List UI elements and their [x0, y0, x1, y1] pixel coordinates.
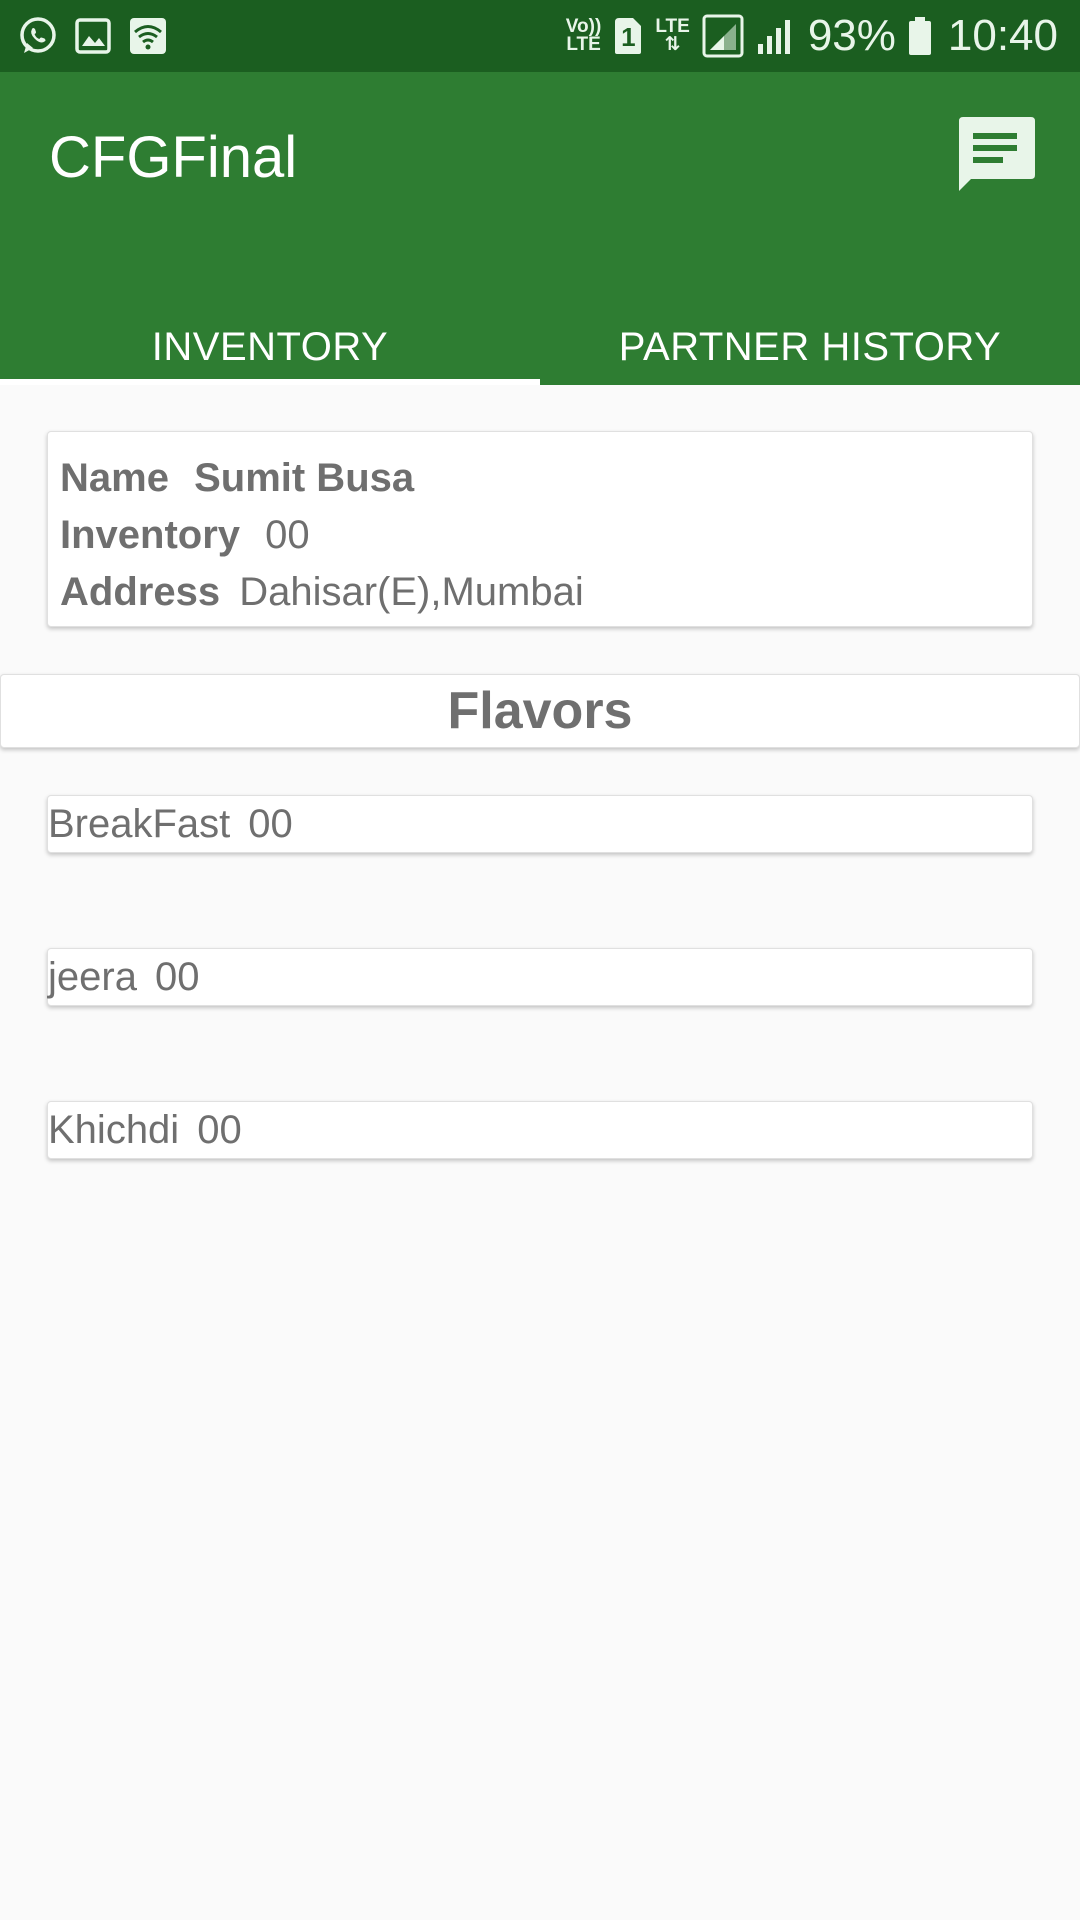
chat-icon: [955, 113, 1037, 200]
partner-info-card: Name Sumit Busa Inventory 00 Address Dah…: [47, 431, 1033, 627]
name-row: Name Sumit Busa: [60, 450, 1020, 507]
clock: 10:40: [947, 11, 1058, 60]
flavor-name: BreakFast: [48, 801, 231, 846]
lte-indicator: LTE ⇅: [655, 17, 689, 55]
inventory-label: Inventory: [60, 513, 241, 557]
status-left: [18, 16, 184, 56]
flavors-header: Flavors: [0, 674, 1080, 748]
flavor-name: jeera: [48, 954, 137, 999]
app-title: CFGFinal: [49, 125, 298, 190]
whatsapp-icon: [18, 16, 58, 56]
tab-inventory-label: INVENTORY: [151, 325, 389, 369]
volte-bottom-label: LTE: [566, 34, 601, 55]
wifi-icon: [128, 16, 168, 56]
flavor-count: 00: [248, 801, 293, 846]
flavor-count: 00: [197, 1107, 242, 1152]
lte-arrows: ⇅: [664, 34, 681, 55]
name-value: Sumit Busa: [194, 456, 415, 500]
flavor-item[interactable]: Khichdi 00: [47, 1101, 1033, 1159]
status-right: Vo)) LTE 1 LTE ⇅ 93% 10:40: [554, 11, 1058, 61]
inventory-value: 00: [265, 513, 310, 557]
tab-inventory[interactable]: INVENTORY: [0, 310, 540, 385]
signal-strength-icon: [756, 16, 796, 56]
tab-partner-history[interactable]: PARTNER HISTORY: [540, 310, 1080, 385]
name-label: Name: [60, 456, 169, 500]
tab-partner-history-label: PARTNER HISTORY: [618, 325, 1002, 369]
status-bar: Vo)) LTE 1 LTE ⇅ 93% 10:40: [0, 0, 1080, 72]
image-icon: [74, 17, 112, 55]
sim-icon: 1: [613, 16, 643, 56]
flavor-count: 00: [154, 954, 200, 999]
flavor-name: Khichdi: [48, 1107, 180, 1152]
sim-number: 1: [621, 22, 636, 52]
volte-indicator: Vo)) LTE: [566, 17, 602, 55]
app-bar: CFGFinal INVENTORY PARTNER HISTORY: [0, 72, 1080, 385]
address-label: Address: [60, 570, 221, 614]
address-row: Address Dahisar(E),Mumbai: [60, 564, 1020, 621]
battery-percent: 93%: [807, 11, 896, 60]
tab-bar: INVENTORY PARTNER HISTORY: [0, 310, 1080, 385]
address-value: Dahisar(E),Mumbai: [239, 570, 584, 614]
battery-icon: [908, 16, 932, 56]
inventory-row: Inventory 00: [60, 507, 1020, 564]
flavor-item[interactable]: jeera 00: [47, 948, 1033, 1006]
flavor-item[interactable]: BreakFast 00: [47, 795, 1033, 853]
signal-box-icon: [702, 14, 744, 58]
chat-button[interactable]: [954, 114, 1038, 198]
